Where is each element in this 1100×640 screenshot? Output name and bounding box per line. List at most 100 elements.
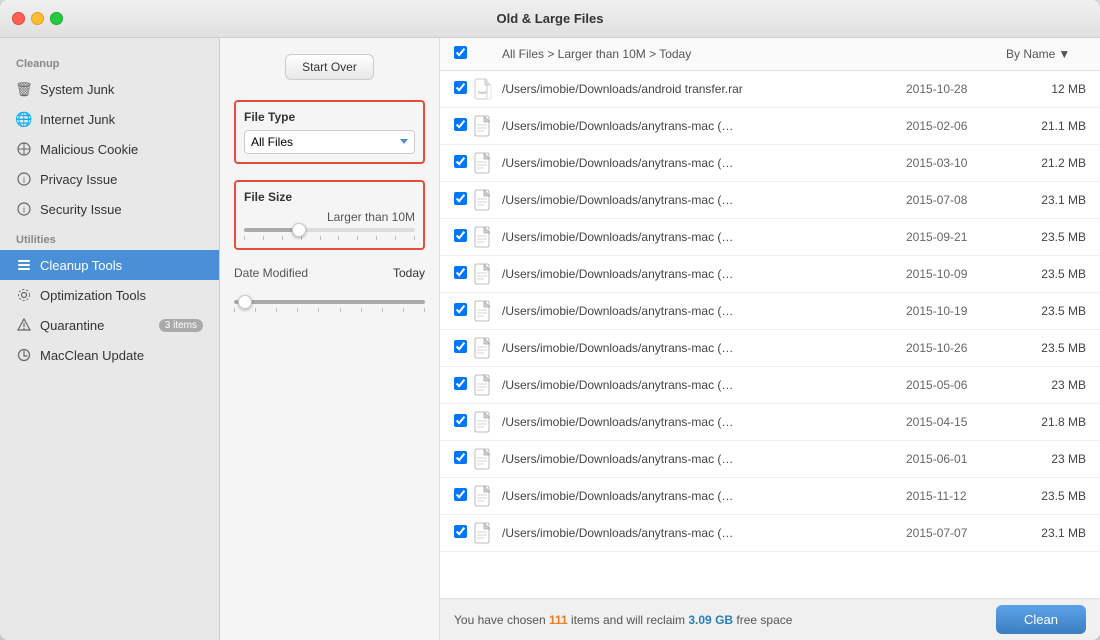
row-check-input-7[interactable] [454, 340, 467, 353]
row-check-input-8[interactable] [454, 377, 467, 390]
sidebar-label-malicious-cookie: Malicious Cookie [40, 142, 203, 157]
sort-by-name[interactable]: By Name ▼ [1006, 47, 1086, 61]
file-path-11: /Users/imobie/Downloads/anytrans-mac (… [502, 489, 906, 503]
file-size-slider-track [244, 228, 415, 232]
date-modified-slider-container [234, 300, 425, 312]
file-icon-10 [474, 448, 496, 470]
select-all-checkbox[interactable] [454, 46, 467, 59]
trash-icon: 🗑 [16, 81, 32, 97]
sidebar-label-internet-junk: Internet Junk [40, 112, 203, 127]
tick-7 [357, 236, 358, 240]
row-checkbox-2[interactable] [454, 155, 474, 171]
tick-2 [263, 236, 264, 240]
file-icon-8 [474, 374, 496, 396]
file-icon-9 [474, 411, 496, 433]
row-checkbox-8[interactable] [454, 377, 474, 393]
row-check-input-0[interactable] [454, 81, 467, 94]
file-icon-2 [474, 152, 496, 174]
table-row: /Users/imobie/Downloads/anytrans-mac (… … [440, 441, 1100, 478]
sidebar-label-optimization-tools: Optimization Tools [40, 288, 203, 303]
row-check-input-9[interactable] [454, 414, 467, 427]
file-size-3: 23.1 MB [1006, 193, 1086, 207]
cleanup-tools-icon [16, 257, 32, 273]
file-date-8: 2015-05-06 [906, 378, 1006, 392]
start-over-button[interactable]: Start Over [285, 54, 374, 80]
sidebar-label-security-issue: Security Issue [40, 202, 203, 217]
row-check-input-2[interactable] [454, 155, 467, 168]
table-row: /Users/imobie/Downloads/anytrans-mac (… … [440, 219, 1100, 256]
row-check-input-1[interactable] [454, 118, 467, 131]
file-size-9: 21.8 MB [1006, 415, 1086, 429]
maximize-button[interactable] [50, 12, 63, 25]
sidebar-item-privacy-issue[interactable]: i Privacy Issue [0, 164, 219, 194]
sidebar-item-cleanup-tools[interactable]: Cleanup Tools [0, 250, 219, 280]
row-checkbox-10[interactable] [454, 451, 474, 467]
file-size-slider-thumb[interactable] [292, 223, 306, 237]
cookie-icon [16, 141, 32, 157]
row-check-input-4[interactable] [454, 229, 467, 242]
file-path-8: /Users/imobie/Downloads/anytrans-mac (… [502, 378, 906, 392]
file-path-5: /Users/imobie/Downloads/anytrans-mac (… [502, 267, 906, 281]
status-count: 111 [549, 613, 568, 627]
file-date-9: 2015-04-15 [906, 415, 1006, 429]
window-title: Old & Large Files [497, 11, 604, 26]
close-button[interactable] [12, 12, 25, 25]
sidebar-item-quarantine[interactable]: Quarantine 3 items [0, 310, 219, 340]
file-size-slider-container [244, 228, 415, 240]
row-checkbox-4[interactable] [454, 229, 474, 245]
sidebar-label-privacy-issue: Privacy Issue [40, 172, 203, 187]
sidebar-item-malicious-cookie[interactable]: Malicious Cookie [0, 134, 219, 164]
sort-chevron-icon: ▼ [1058, 47, 1070, 61]
sort-label-text: By Name [1006, 47, 1055, 61]
row-checkbox-9[interactable] [454, 414, 474, 430]
file-path-0: /Users/imobie/Downloads/android transfer… [502, 82, 906, 96]
row-checkbox-3[interactable] [454, 192, 474, 208]
file-date-3: 2015-07-08 [906, 193, 1006, 207]
date-tick-4 [297, 308, 298, 312]
date-slider-thumb[interactable] [238, 295, 252, 309]
titlebar: Old & Large Files [0, 0, 1100, 38]
table-row: /Users/imobie/Downloads/anytrans-mac (… … [440, 404, 1100, 441]
tick-9 [395, 236, 396, 240]
sidebar-item-system-junk[interactable]: 🗑 System Junk [0, 74, 219, 104]
row-check-input-10[interactable] [454, 451, 467, 464]
file-size-6: 23.5 MB [1006, 304, 1086, 318]
sidebar-section-utilities: Utilities [0, 224, 219, 250]
minimize-button[interactable] [31, 12, 44, 25]
sidebar-item-macclean-update[interactable]: MacClean Update [0, 340, 219, 370]
row-checkbox-6[interactable] [454, 303, 474, 319]
status-bar: You have chosen 111 items and will recla… [440, 598, 1100, 640]
file-size-filter-box: File Size Larger than 10M [234, 180, 425, 250]
file-path-7: /Users/imobie/Downloads/anytrans-mac (… [502, 341, 906, 355]
file-type-select[interactable]: All Files Archives Documents Images Vide… [244, 130, 415, 154]
row-checkbox-7[interactable] [454, 340, 474, 356]
row-check-input-3[interactable] [454, 192, 467, 205]
sidebar-item-optimization-tools[interactable]: Optimization Tools [0, 280, 219, 310]
row-check-input-12[interactable] [454, 525, 467, 538]
row-checkbox-12[interactable] [454, 525, 474, 541]
breadcrumb: All Files > Larger than 10M > Today [502, 47, 691, 61]
row-checkbox-11[interactable] [454, 488, 474, 504]
row-check-input-6[interactable] [454, 303, 467, 316]
table-row: /Users/imobie/Downloads/anytrans-mac (… … [440, 367, 1100, 404]
file-icon-6 [474, 300, 496, 322]
date-tick-8 [382, 308, 383, 312]
file-path-2: /Users/imobie/Downloads/anytrans-mac (… [502, 156, 906, 170]
svg-text:i: i [23, 175, 25, 185]
file-icon-12 [474, 522, 496, 544]
clean-button[interactable]: Clean [996, 605, 1086, 634]
sidebar-item-security-issue[interactable]: i Security Issue [0, 194, 219, 224]
file-icon-11 [474, 485, 496, 507]
file-icon-0: RAR [474, 78, 496, 100]
row-check-input-11[interactable] [454, 488, 467, 501]
row-checkbox-1[interactable] [454, 118, 474, 134]
row-check-input-5[interactable] [454, 266, 467, 279]
file-list-header: All Files > Larger than 10M > Today By N… [440, 38, 1100, 71]
row-checkbox-5[interactable] [454, 266, 474, 282]
file-size-1: 21.1 MB [1006, 119, 1086, 133]
sidebar-item-internet-junk[interactable]: 🌐 Internet Junk [0, 104, 219, 134]
file-icon-7 [474, 337, 496, 359]
row-checkbox-0[interactable] [454, 81, 474, 97]
date-slider-ticks [234, 308, 425, 312]
file-path-12: /Users/imobie/Downloads/anytrans-mac (… [502, 526, 906, 540]
